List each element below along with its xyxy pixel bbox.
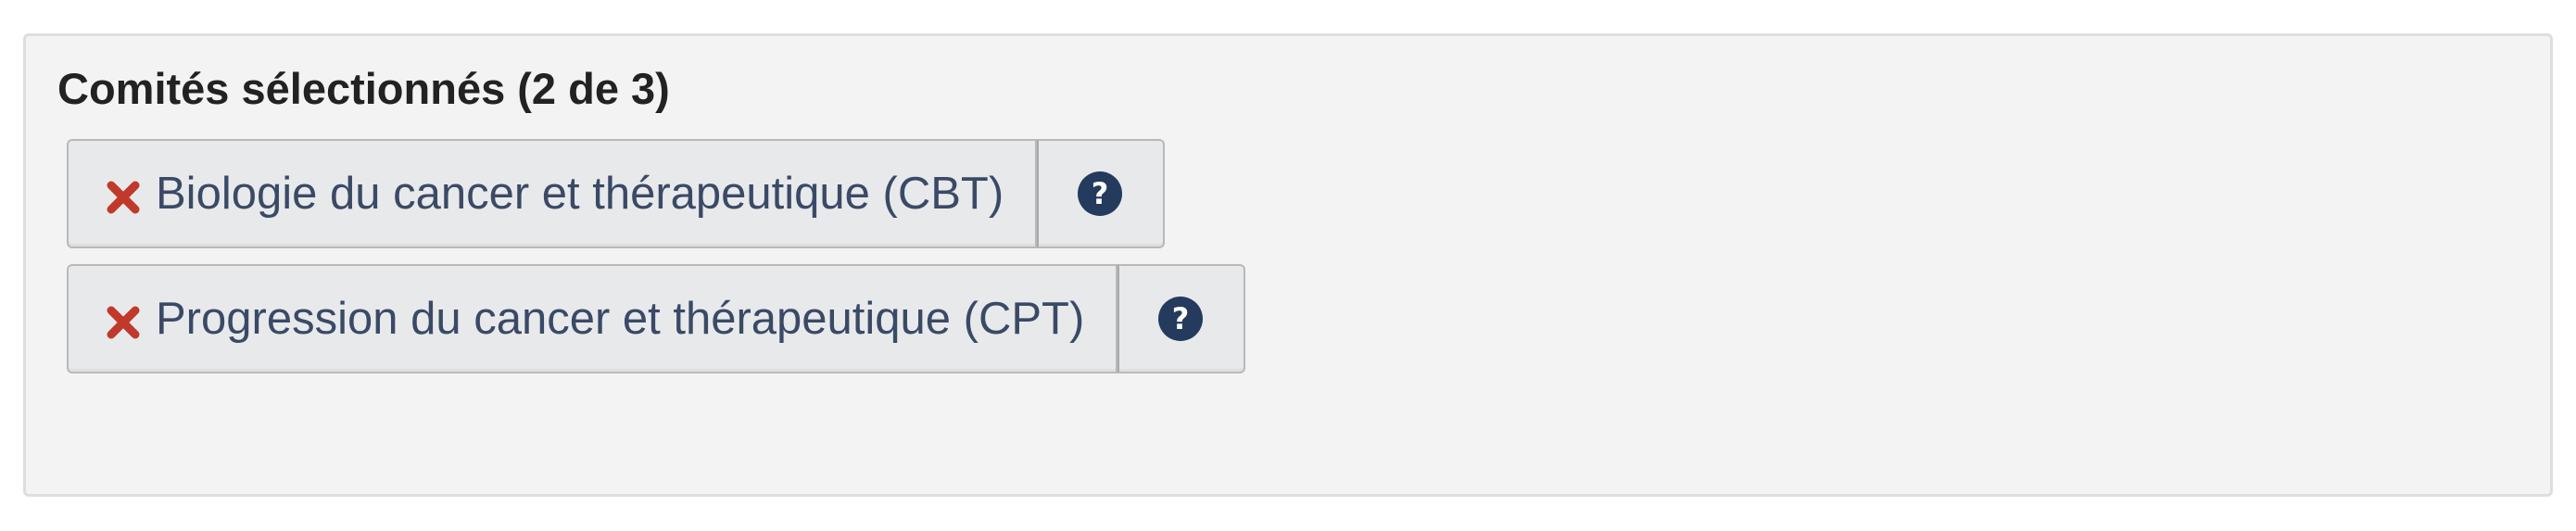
- committee-item: Progression du cancer et thérapeutique (…: [67, 264, 1246, 373]
- committee-help-button[interactable]: ?: [1037, 139, 1166, 248]
- times-icon: [106, 305, 141, 340]
- committee-label: Progression du cancer et thérapeutique (…: [156, 294, 1085, 344]
- remove-committee-button[interactable]: Progression du cancer et thérapeutique (…: [67, 264, 1118, 373]
- panel-title: Comités sélectionnés (2 de 3): [57, 64, 670, 113]
- times-icon: [106, 180, 141, 215]
- committee-label: Biologie du cancer et thérapeutique (CBT…: [156, 169, 1004, 219]
- question-circle-icon: ?: [1076, 170, 1124, 218]
- selected-committees-list: Biologie du cancer et thérapeutique (CBT…: [67, 139, 1246, 389]
- remove-committee-button[interactable]: Biologie du cancer et thérapeutique (CBT…: [67, 139, 1038, 248]
- committee-item: Biologie du cancer et thérapeutique (CBT…: [67, 139, 1166, 248]
- committee-help-button[interactable]: ?: [1118, 264, 1246, 373]
- question-circle-icon: ?: [1156, 295, 1205, 343]
- svg-text:?: ?: [1092, 176, 1109, 211]
- svg-text:?: ?: [1172, 301, 1190, 336]
